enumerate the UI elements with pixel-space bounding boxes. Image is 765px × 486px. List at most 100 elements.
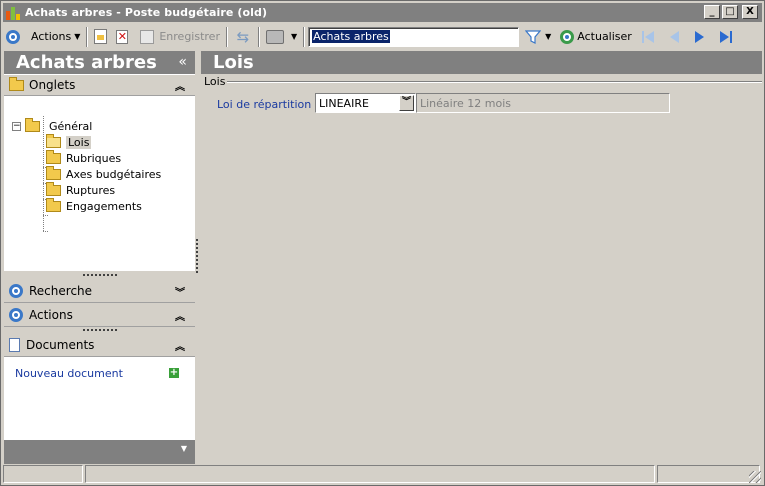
footer-dropdown-icon[interactable]: ▼ (181, 444, 187, 453)
actions-section-label: Actions (29, 307, 73, 322)
previous-record-icon[interactable] (666, 29, 682, 45)
navigation-panel-footer[interactable]: ▼ (4, 440, 195, 464)
save-button[interactable]: Enregistrer (137, 26, 223, 48)
tree-node-lois[interactable]: Lois (46, 133, 92, 150)
content-title: Lois (213, 52, 254, 73)
save-label: Enregistrer (159, 30, 220, 43)
search-input-value: Achats arbres (312, 30, 390, 43)
collapse-section-icon[interactable]: ︽ (175, 338, 185, 353)
expand-section-icon[interactable]: ︾ (175, 284, 185, 299)
filter-dropdown-icon[interactable]: ▼ (545, 32, 551, 41)
new-document-link[interactable]: Nouveau document (15, 367, 123, 380)
toolbar-separator (225, 26, 228, 47)
document-icon (9, 337, 20, 352)
search-section-header[interactable]: Recherche ︾ (4, 279, 195, 303)
search-section-label: Recherche (29, 283, 93, 298)
navigation-panel-header: Achats arbres « (4, 51, 195, 74)
navigation-panel: Achats arbres « Onglets ︽ − Général Lois (4, 51, 195, 464)
new-document-icon (94, 29, 108, 44)
distribution-law-value: LINEAIRE (319, 96, 369, 110)
documents-section-label: Documents (26, 337, 95, 352)
delete-record-button[interactable]: ✕ (113, 26, 131, 48)
collapse-node-icon[interactable]: − (12, 121, 21, 131)
window-title: Achats arbres - Poste budgétaire (old) (25, 6, 268, 19)
section-splitter[interactable] (4, 271, 195, 279)
actions-section-header[interactable]: Actions ︽ (4, 303, 195, 327)
maximize-button[interactable]: □ (722, 5, 738, 19)
tabs-tree: − Général Lois Rubriques Axes budgétaire… (4, 96, 195, 271)
caret-down-icon: ▼ (74, 32, 81, 41)
sync-button[interactable]: ⇆ (231, 26, 255, 48)
tabs-section-label: Onglets (29, 78, 76, 92)
toolbar-separator (257, 26, 260, 47)
new-record-button[interactable] (91, 26, 110, 48)
delete-icon: ✕ (116, 29, 129, 44)
tree-node-ruptures[interactable]: Ruptures (46, 181, 116, 198)
folder-icon (9, 76, 24, 91)
content-header: Lois (201, 51, 762, 74)
tree-node-label: Ruptures (66, 183, 116, 197)
tree-node-axes-budgetaires[interactable]: Axes budgétaires (46, 165, 162, 182)
minimize-button[interactable]: _ (704, 5, 720, 19)
save-icon (140, 29, 155, 44)
refresh-button[interactable]: Actualiser (557, 26, 635, 48)
resize-grip[interactable] (749, 471, 761, 483)
title-bar[interactable]: Achats arbres - Poste budgétaire (old) _… (3, 3, 762, 22)
folder-icon (46, 165, 61, 180)
tree-node-label: Axes budgétaires (66, 167, 162, 181)
folder-icon (25, 117, 40, 132)
group-divider (227, 81, 762, 83)
toolbar-separator (303, 26, 306, 47)
folder-open-icon (46, 133, 61, 148)
documents-section-header[interactable]: Documents ︽ (4, 333, 195, 357)
tree-node-engagements[interactable]: Engagements (46, 197, 142, 214)
refresh-label: Actualiser (577, 30, 632, 43)
distribution-law-combo[interactable]: LINEAIRE ︾ (315, 93, 416, 113)
caret-down-icon: ▼ (290, 32, 298, 41)
tree-node-general[interactable]: − Général (12, 117, 93, 134)
refresh-icon (560, 29, 575, 44)
search-input[interactable]: Achats arbres (308, 26, 520, 47)
first-record-icon[interactable] (640, 29, 656, 45)
collapse-section-icon[interactable]: ︽ (175, 308, 185, 323)
tree-node-label: Rubriques (66, 151, 122, 165)
tree-node-rubriques[interactable]: Rubriques (46, 149, 122, 166)
distribution-law-description: Linéaire 12 mois (416, 93, 670, 113)
toolbar-separator (86, 26, 89, 47)
actions-menu-icon-button[interactable] (3, 26, 23, 48)
folder-icon (46, 197, 61, 212)
printer-icon (265, 29, 284, 44)
tree-node-label: Engagements (66, 199, 142, 213)
last-record-icon[interactable] (718, 29, 734, 45)
app-logo-icon (5, 5, 21, 21)
distribution-law-description-text: Linéaire 12 mois (420, 96, 511, 110)
status-bar (3, 465, 762, 484)
status-cell (3, 465, 83, 483)
group-title: Lois (204, 75, 226, 88)
search-section-icon (9, 283, 23, 298)
folder-icon (46, 149, 61, 164)
add-document-icon[interactable]: + (169, 368, 179, 378)
sync-icon: ⇆ (236, 27, 250, 46)
actions-ring-icon (6, 29, 20, 44)
panel-splitter[interactable] (196, 239, 198, 273)
actions-menu-button[interactable]: Actions ▼ (23, 26, 83, 48)
app-window: Achats arbres - Poste budgétaire (old) _… (0, 0, 765, 486)
status-cell (657, 465, 760, 483)
actions-section-icon (9, 307, 23, 322)
collapse-panel-icon[interactable]: « (178, 54, 187, 70)
print-button[interactable]: ▼ (263, 26, 300, 48)
next-record-icon[interactable] (692, 29, 708, 45)
navigation-panel-title: Achats arbres (16, 52, 157, 73)
tree-node-label: Général (49, 119, 93, 133)
filter-icon[interactable] (525, 29, 542, 45)
folder-icon (46, 181, 61, 196)
close-button[interactable]: X (742, 5, 758, 19)
chevron-down-icon[interactable]: ︾ (399, 95, 414, 111)
actions-menu-label: Actions (31, 30, 72, 43)
distribution-law-label: Loi de répartition : (217, 98, 319, 111)
tree-node-label: Lois (66, 135, 92, 149)
collapse-section-icon[interactable]: ︽ (175, 78, 185, 93)
toolbar: Actions ▼ ✕ Enregistrer ⇆ ▼ Achats arbre… (3, 24, 762, 49)
tabs-section-header[interactable]: Onglets ︽ (4, 74, 195, 96)
